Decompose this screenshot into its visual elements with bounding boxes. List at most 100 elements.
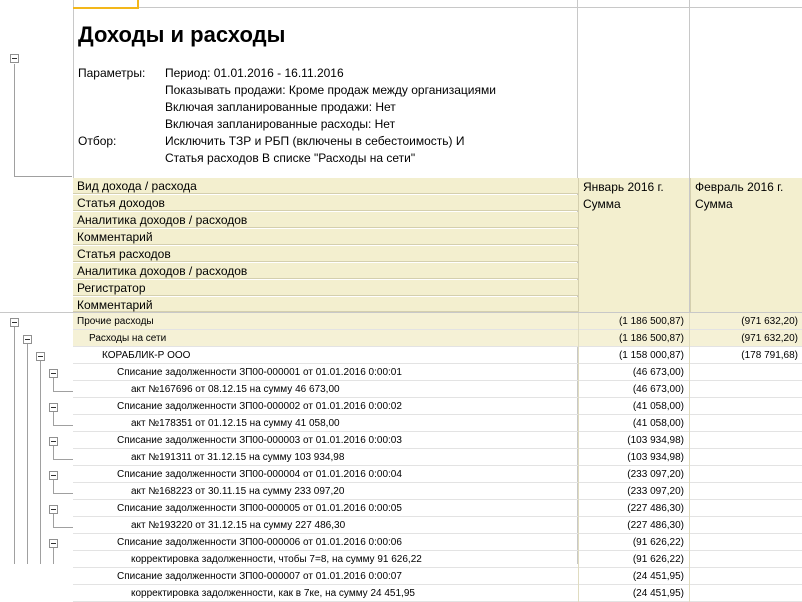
cell-february[interactable] <box>689 449 802 466</box>
row-label: Списание задолженности ЗП00-000001 от 01… <box>117 367 402 378</box>
table-row[interactable]: акт №167696 от 08.12.15 на сумму 46 673,… <box>73 381 802 398</box>
cell-february[interactable] <box>689 364 802 381</box>
tree-line <box>53 514 54 528</box>
table-row[interactable]: акт №168223 от 30.11.15 на сумму 233 097… <box>73 483 802 500</box>
cell-february[interactable] <box>689 398 802 415</box>
row-label: Списание задолженности ЗП00-000002 от 01… <box>117 401 402 412</box>
cell-january[interactable]: (103 934,98) <box>578 432 688 449</box>
collapse-row-icon[interactable] <box>10 318 19 327</box>
cell-february[interactable]: (178 791,68) <box>689 347 802 364</box>
tree-line <box>53 459 73 460</box>
cell-january[interactable]: (91 626,22) <box>578 534 688 551</box>
cell-february[interactable] <box>689 466 802 483</box>
row-label: Прочие расходы <box>77 316 154 327</box>
cell-january[interactable]: (1 158 000,87) <box>578 347 688 364</box>
collapse-row-icon[interactable] <box>49 369 58 378</box>
row-label: КОРАБЛИК-Р ООО <box>102 350 191 361</box>
column-header-january: Январь 2016 г. Сумма <box>578 178 689 312</box>
tree-line <box>14 327 15 564</box>
table-row[interactable]: корректировка задолженности, чтобы 7=8, … <box>73 551 802 568</box>
cell-january[interactable]: (41 058,00) <box>578 415 688 432</box>
tree-line <box>14 176 72 177</box>
collapse-row-icon[interactable] <box>49 403 58 412</box>
row-label: акт №178351 от 01.12.15 на сумму 41 058,… <box>131 418 340 429</box>
table-row[interactable]: Списание задолженности ЗП00-000003 от 01… <box>73 432 802 449</box>
cell-january[interactable]: (24 451,95) <box>578 568 688 585</box>
cell-february[interactable]: (971 632,20) <box>689 313 802 330</box>
cell-january[interactable]: (227 486,30) <box>578 517 688 534</box>
row-label: акт №193220 от 31.12.15 на сумму 227 486… <box>131 520 346 531</box>
collapse-row-icon[interactable] <box>23 335 32 344</box>
grouping-header: Аналитика доходов / расходов <box>73 263 578 279</box>
cell-february[interactable] <box>689 381 802 398</box>
tree-line <box>53 425 73 426</box>
cell-february[interactable] <box>689 568 802 585</box>
row-label: корректировка задолженности, чтобы 7=8, … <box>131 554 422 565</box>
cell-january[interactable]: (91 626,22) <box>578 551 688 568</box>
row-label: Списание задолженности ЗП00-000005 от 01… <box>117 503 402 514</box>
cell-january[interactable]: (233 097,20) <box>578 466 688 483</box>
cell-february[interactable] <box>689 551 802 568</box>
cell-february[interactable] <box>689 432 802 449</box>
grouping-header: Комментарий <box>73 229 578 245</box>
tree-line <box>14 64 15 176</box>
cell-january[interactable]: (46 673,00) <box>578 364 688 381</box>
cell-january[interactable]: (46 673,00) <box>578 381 688 398</box>
grouping-header: Аналитика доходов / расходов <box>73 212 578 228</box>
parameter-line: Показывать продажи: Кроме продаж между о… <box>165 83 496 97</box>
grid-line <box>73 0 74 178</box>
tree-line <box>53 480 54 494</box>
table-row[interactable]: КОРАБЛИК-Р ООО (1 158 000,87) (178 791,6… <box>73 347 802 364</box>
cell-january[interactable]: (233 097,20) <box>578 483 688 500</box>
table-row[interactable]: Списание задолженности ЗП00-000005 от 01… <box>73 500 802 517</box>
cell-february[interactable]: (971 632,20) <box>689 330 802 347</box>
collapse-row-icon[interactable] <box>49 539 58 548</box>
cell-february[interactable] <box>689 517 802 534</box>
table-row[interactable]: Списание задолженности ЗП00-000004 от 01… <box>73 466 802 483</box>
cell-january[interactable]: (1 186 500,87) <box>578 313 688 330</box>
row-label: акт №168223 от 30.11.15 на сумму 233 097… <box>131 486 345 497</box>
filter-label: Отбор: <box>78 134 117 148</box>
cell-january[interactable]: (24 451,95) <box>578 585 688 602</box>
collapse-row-icon[interactable] <box>49 505 58 514</box>
tree-line <box>53 527 73 528</box>
table-row[interactable]: Списание задолженности ЗП00-000006 от 01… <box>73 534 802 551</box>
cell-february[interactable] <box>689 500 802 517</box>
cell-february[interactable] <box>689 483 802 500</box>
tree-line <box>53 391 73 392</box>
collapse-row-icon[interactable] <box>36 352 45 361</box>
grouping-header: Статья доходов <box>73 195 578 211</box>
filter-line: Исключить ТЗР и РБП (включены в себестои… <box>165 134 465 148</box>
cell-february[interactable] <box>689 415 802 432</box>
table-row[interactable]: Списание задолженности ЗП00-000007 от 01… <box>73 568 802 585</box>
cell-january[interactable]: (1 186 500,87) <box>578 330 688 347</box>
row-label: акт №191311 от 31.12.15 на сумму 103 934… <box>131 452 345 463</box>
cell-january[interactable]: (41 058,00) <box>578 398 688 415</box>
tree-line <box>53 493 73 494</box>
cell-february[interactable] <box>689 534 802 551</box>
row-label: Списание задолженности ЗП00-000007 от 01… <box>117 571 402 582</box>
active-cell-marker <box>73 7 139 9</box>
collapse-header-icon[interactable] <box>10 54 19 63</box>
column-measure: Сумма <box>583 197 621 211</box>
collapse-row-icon[interactable] <box>49 437 58 446</box>
cell-january[interactable]: (103 934,98) <box>578 449 688 466</box>
cell-february[interactable] <box>689 585 802 602</box>
tree-line <box>53 446 54 460</box>
parameter-line: Включая запланированные продажи: Нет <box>165 100 396 114</box>
table-row[interactable]: Списание задолженности ЗП00-000002 от 01… <box>73 398 802 415</box>
report-title: Доходы и расходы <box>78 22 286 47</box>
table-row[interactable]: акт №178351 от 01.12.15 на сумму 41 058,… <box>73 415 802 432</box>
collapse-row-icon[interactable] <box>49 471 58 480</box>
tree-line <box>27 344 28 564</box>
table-row[interactable]: корректировка задолженности, как в 7ке, … <box>73 585 802 602</box>
table-row[interactable]: Расходы на сети (1 186 500,87) (971 632,… <box>73 330 802 347</box>
grouping-header: Регистратор <box>73 280 578 296</box>
cell-january[interactable]: (227 486,30) <box>578 500 688 517</box>
active-cell-marker <box>137 0 139 9</box>
grouping-header: Комментарий <box>73 297 578 312</box>
table-row[interactable]: акт №191311 от 31.12.15 на сумму 103 934… <box>73 449 802 466</box>
table-row[interactable]: Списание задолженности ЗП00-000001 от 01… <box>73 364 802 381</box>
table-row[interactable]: Прочие расходы (1 186 500,87) (971 632,2… <box>73 313 802 330</box>
table-row[interactable]: акт №193220 от 31.12.15 на сумму 227 486… <box>73 517 802 534</box>
